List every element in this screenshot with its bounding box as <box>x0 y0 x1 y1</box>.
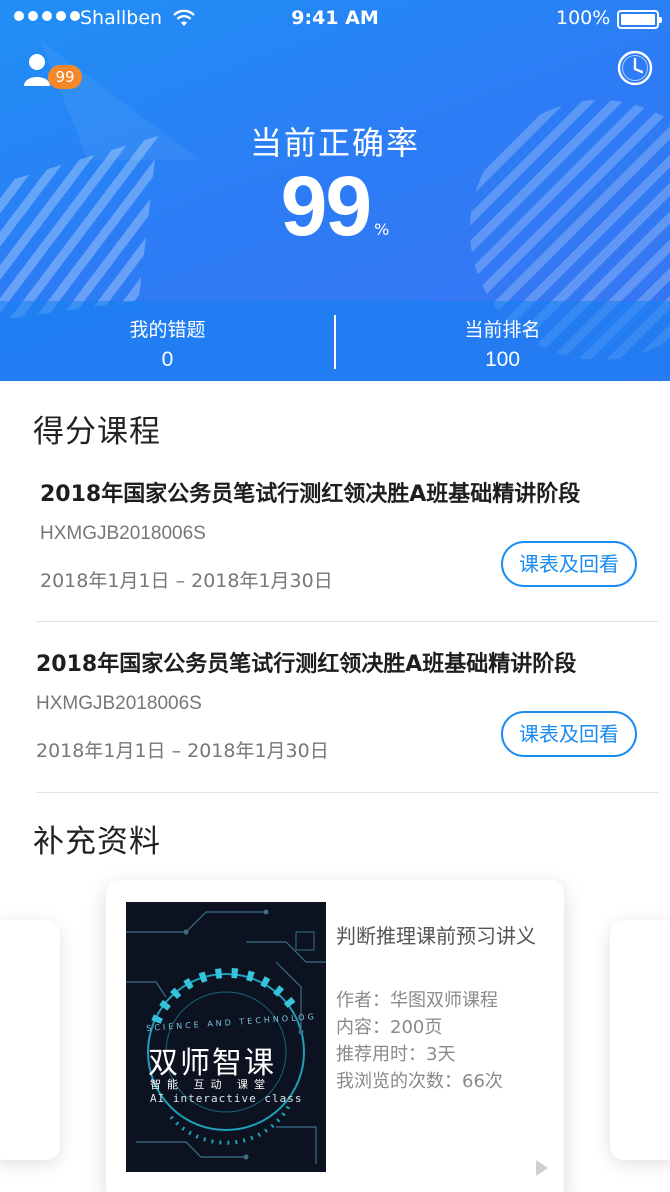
next-material-card[interactable] <box>610 920 670 1160</box>
stat-value: 100 <box>484 348 521 371</box>
wrong-questions-stat[interactable]: 我的错题 0 <box>0 301 335 381</box>
course-code: HXMGJB2018006S <box>40 523 206 544</box>
stat-label: 当前排名 <box>464 319 541 341</box>
scored-courses-title: 得分课程 <box>33 414 161 450</box>
schedule-replay-button[interactable]: 课表及回看 <box>501 541 637 587</box>
status-bar: Shallben 9:41 AM 100% <box>0 0 670 40</box>
material-views: 我浏览的次数：66次 <box>336 1071 503 1092</box>
divider <box>36 621 658 622</box>
materials-title: 补充资料 <box>33 824 161 860</box>
cover-english: AI interactive class <box>150 1092 303 1105</box>
prev-material-card[interactable] <box>0 920 60 1160</box>
ranking-stat[interactable]: 当前排名 100 <box>335 301 670 381</box>
stats-bar: 我的错题 0 当前排名 100 <box>0 301 670 381</box>
stat-label: 我的错题 <box>129 319 206 341</box>
material-title: 判断推理课前预习讲义 <box>336 924 536 948</box>
course-item[interactable]: 2018年国家公务员笔试行测红领决胜A班基础精讲阶段 HXMGJB2018006… <box>0 462 670 632</box>
course-title: 2018年国家公务员笔试行测红领决胜A班基础精讲阶段 <box>40 482 581 507</box>
header-banner: Shallben 9:41 AM 100% 99 当前正确率 99% 我的错题 … <box>0 0 670 381</box>
schedule-replay-button[interactable]: 课表及回看 <box>501 711 637 757</box>
material-content: 内容：200页 <box>336 1017 443 1038</box>
material-author: 作者：华图双师课程 <box>336 990 498 1011</box>
cover-subtitle: 智能 互动 课堂 <box>150 1078 271 1091</box>
course-item[interactable]: 2018年国家公务员笔试行测红领决胜A班基础精讲阶段 HXMGJB2018006… <box>0 632 670 802</box>
material-duration: 推荐用时：3天 <box>336 1044 456 1065</box>
user-button[interactable]: 99 <box>24 52 84 92</box>
play-icon[interactable] <box>536 1160 548 1176</box>
clock-icon <box>617 50 653 86</box>
course-date: 2018年1月1日 – 2018年1月30日 <box>36 740 329 762</box>
course-date: 2018年1月1日 – 2018年1月30日 <box>40 570 333 592</box>
accuracy-value: 99 <box>280 159 372 253</box>
accuracy-unit: % <box>374 220 390 239</box>
course-title: 2018年国家公务员笔试行测红领决胜A班基础精讲阶段 <box>36 652 577 677</box>
divider <box>36 792 658 793</box>
stat-value: 0 <box>161 348 174 371</box>
course-code: HXMGJB2018006S <box>36 693 202 714</box>
user-badge: 99 <box>48 65 82 89</box>
accuracy-display: 99% <box>0 158 670 255</box>
battery-icon <box>617 10 662 29</box>
material-card[interactable]: SCIENCE AND TECHNOLOG 双师智课 智能 互动 课堂 AI i… <box>106 880 564 1192</box>
book-cover: SCIENCE AND TECHNOLOG 双师智课 智能 互动 课堂 AI i… <box>126 902 326 1172</box>
battery-percentage: 100% <box>556 7 611 29</box>
cover-art <box>126 909 326 1164</box>
history-button[interactable] <box>615 48 655 88</box>
